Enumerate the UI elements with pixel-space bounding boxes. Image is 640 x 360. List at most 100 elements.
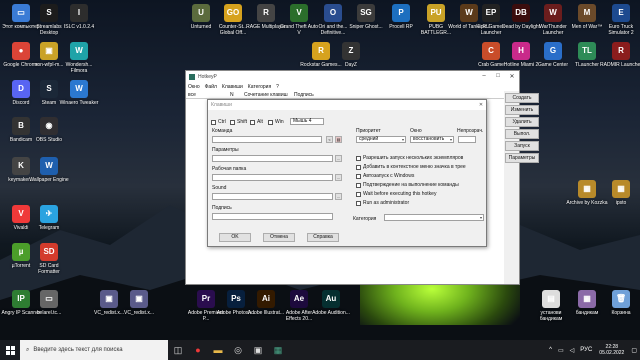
- option-confirm[interactable]: Подтверждение на выполнение команды: [356, 182, 459, 188]
- key-field[interactable]: Мышь 4: [290, 118, 324, 125]
- desktop-icon-label: belarel.tc...: [36, 310, 62, 316]
- browse-command-icon[interactable]: ▤: [335, 136, 342, 143]
- desktop-icon[interactable]: E Euro Truck Simulator 2: [600, 4, 640, 36]
- window-select[interactable]: восстановить ▾: [410, 136, 454, 143]
- option-tray-menu[interactable]: Добавить в контекстное меню значка в тре…: [356, 164, 466, 170]
- category-all[interactable]: все: [186, 92, 228, 98]
- app-icon: R: [612, 42, 630, 60]
- desktop-icon-label: ipsto: [615, 200, 627, 206]
- desktop-icon[interactable]: W Wallpaper Engine: [28, 157, 70, 183]
- col-n[interactable]: N: [228, 92, 242, 98]
- caption-label: Подпись: [212, 205, 232, 211]
- desktop-icon[interactable]: W Wondersh... Filmora: [58, 42, 100, 74]
- app-icon: ▦: [578, 180, 596, 198]
- desktop-icon[interactable]: 🗑 Корзина: [600, 290, 640, 316]
- option-run-as-admin[interactable]: Run as administrator: [356, 200, 409, 206]
- cancel-button[interactable]: Отмена: [263, 233, 295, 242]
- col-hotkey[interactable]: Сочетание клавиш: [242, 92, 292, 98]
- system-tray: ^ ▭ ◁ РУС 22:28 05.02.2022 ▢: [546, 340, 640, 360]
- task-view-icon[interactable]: ◫: [168, 340, 188, 360]
- desktop-icon[interactable]: ✈ Telegram: [28, 205, 70, 231]
- explorer-taskbar-icon[interactable]: ▬: [208, 340, 228, 360]
- params-browse-button[interactable]: …: [335, 155, 342, 162]
- option-autostart[interactable]: Автозапуск с Windows: [356, 173, 414, 179]
- desktop-icon-label: OBS Studio: [35, 137, 63, 143]
- command-field[interactable]: [212, 136, 322, 143]
- menu-window[interactable]: Окно: [188, 84, 200, 90]
- execute-button[interactable]: Выпол.: [505, 129, 539, 139]
- desktop-icon[interactable]: I ISLC v1.0.2.4: [58, 4, 100, 30]
- app-icon: O: [324, 4, 342, 22]
- hotkey-dialog: Клавиши ✕ Ctrl Shift Alt Win Мышь 4 Кома…: [207, 99, 487, 247]
- close-icon[interactable]: ✕: [505, 73, 519, 80]
- desktop-icon[interactable]: ▦ ipsto: [600, 180, 640, 206]
- menu-help[interactable]: ?: [276, 84, 279, 90]
- chevron-up-icon[interactable]: ^: [549, 347, 552, 353]
- caption-field[interactable]: [212, 213, 333, 220]
- search-icon: ⌕: [26, 346, 30, 353]
- desktop-icon[interactable]: SD SD Card Formatter: [28, 243, 70, 275]
- params-field[interactable]: [212, 155, 333, 162]
- app-icon: P: [392, 4, 410, 22]
- priority-select[interactable]: средний ▾: [356, 136, 406, 143]
- app-icon: S: [40, 4, 58, 22]
- hotkeyp-taskbar-icon[interactable]: ▦: [268, 340, 288, 360]
- run-button[interactable]: Запуск: [505, 141, 539, 151]
- desktop-icon[interactable]: ▣ VC_redist.x...: [118, 290, 160, 316]
- create-button[interactable]: Создать: [505, 93, 539, 103]
- steam-taskbar-icon[interactable]: ◎: [228, 340, 248, 360]
- app-taskbar-icon[interactable]: ▣: [248, 340, 268, 360]
- category-select[interactable]: ▾: [384, 214, 484, 221]
- desktop-icon[interactable]: ◉ OBS Studio: [28, 117, 70, 143]
- network-icon[interactable]: ▭: [558, 347, 564, 354]
- col-caption[interactable]: Подпись: [292, 92, 314, 98]
- sound-field[interactable]: [212, 193, 333, 200]
- desktop-icon[interactable]: W Winaero Tweaker: [58, 80, 100, 106]
- app-icon: G: [544, 42, 562, 60]
- shift-checkbox[interactable]: Shift: [230, 119, 247, 125]
- desktop-icon-label: VC_redist.x...: [123, 310, 154, 316]
- sound-browse-button[interactable]: …: [335, 193, 342, 200]
- desktop-icon[interactable]: Z DayZ: [330, 42, 372, 68]
- taskbar-search[interactable]: ⌕ Введите здесь текст для поиска: [20, 340, 168, 360]
- language-indicator[interactable]: РУС: [580, 347, 592, 353]
- app-icon: ▭: [40, 290, 58, 308]
- start-button[interactable]: [0, 340, 20, 360]
- volume-icon[interactable]: ◁: [570, 347, 575, 354]
- back-arrow-icon[interactable]: <: [326, 136, 333, 143]
- alt-checkbox[interactable]: Alt: [250, 119, 263, 125]
- app-icon: Ps: [227, 290, 245, 308]
- delete-button[interactable]: Удалить: [505, 117, 539, 127]
- menu-keys[interactable]: Клавиши: [222, 84, 243, 90]
- chevron-down-icon: ▾: [479, 215, 482, 220]
- ctrl-checkbox[interactable]: Ctrl: [211, 119, 226, 125]
- clock[interactable]: 22:28 05.02.2022: [595, 344, 628, 356]
- desktop-icon[interactable]: Au Adobe Audition...: [310, 290, 352, 316]
- notification-icon[interactable]: ▢: [631, 347, 637, 354]
- option-multiple-instances[interactable]: Разрешить запуск нескольких экземпляров: [356, 155, 463, 161]
- maximize-icon[interactable]: □: [491, 73, 505, 80]
- win-checkbox[interactable]: Win: [268, 119, 284, 125]
- menu-category[interactable]: Категория: [248, 84, 271, 90]
- vivaldi-taskbar-icon[interactable]: ●: [188, 340, 208, 360]
- workdir-field[interactable]: [212, 174, 333, 181]
- minimize-icon[interactable]: –: [477, 73, 491, 80]
- menu-file[interactable]: Файл: [205, 84, 217, 90]
- desktop-icon[interactable]: R RADMIR Launcher: [600, 42, 640, 68]
- edit-button[interactable]: Изменить: [505, 105, 539, 115]
- settings-button[interactable]: Параметры: [505, 153, 539, 163]
- option-wait[interactable]: Wait before executing this hotkey: [356, 191, 436, 197]
- app-icon: DB: [512, 4, 530, 22]
- search-placeholder: Введите здесь текст для поиска: [33, 347, 123, 353]
- app-icon: W: [40, 157, 58, 175]
- params-label: Параметры: [212, 147, 239, 153]
- app-icon: C: [482, 42, 500, 60]
- app-icon: ▤: [542, 290, 560, 308]
- dialog-close-icon[interactable]: ✕: [476, 102, 486, 108]
- opacity-field[interactable]: [458, 136, 476, 143]
- ok-button[interactable]: OK: [219, 233, 251, 242]
- desktop-icon[interactable]: ▭ belarel.tc...: [28, 290, 70, 316]
- help-button[interactable]: Справка: [307, 233, 339, 242]
- desktop-icon-label: Winaero Tweaker: [59, 100, 99, 106]
- workdir-browse-button[interactable]: …: [335, 174, 342, 181]
